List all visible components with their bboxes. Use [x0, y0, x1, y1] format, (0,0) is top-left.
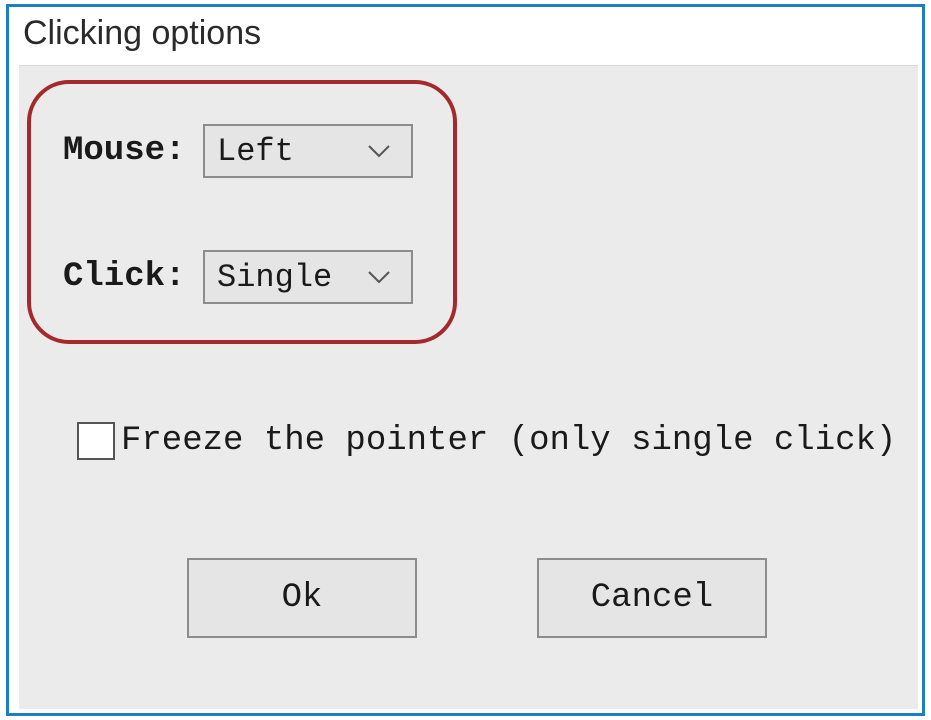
mouse-combobox-value: Left	[217, 133, 294, 170]
dialog-window: Clicking options Mouse: Left Click: Sing…	[6, 4, 925, 716]
mouse-combobox[interactable]: Left	[203, 124, 413, 178]
click-combobox-value: Single	[217, 259, 332, 296]
cancel-button[interactable]: Cancel	[537, 558, 767, 638]
title-bar: Clicking options	[9, 7, 922, 62]
ok-button-label: Ok	[282, 579, 323, 617]
click-field-row: Click: Single	[63, 250, 413, 304]
window-title: Clicking options	[23, 14, 261, 52]
click-label: Click:	[63, 258, 203, 296]
chevron-down-icon	[367, 144, 391, 158]
client-area: Mouse: Left Click: Single Freeze the poi…	[19, 65, 918, 709]
freeze-pointer-row: Freeze the pointer (only single click)	[77, 422, 896, 460]
ok-button[interactable]: Ok	[187, 558, 417, 638]
click-combobox[interactable]: Single	[203, 250, 413, 304]
freeze-pointer-label: Freeze the pointer (only single click)	[121, 422, 896, 460]
cancel-button-label: Cancel	[591, 579, 713, 617]
mouse-label: Mouse:	[63, 132, 203, 170]
button-row: Ok Cancel	[187, 558, 767, 638]
chevron-down-icon	[367, 270, 391, 284]
mouse-field-row: Mouse: Left	[63, 124, 413, 178]
annotation-highlight	[27, 80, 457, 344]
freeze-pointer-checkbox[interactable]	[77, 422, 115, 460]
